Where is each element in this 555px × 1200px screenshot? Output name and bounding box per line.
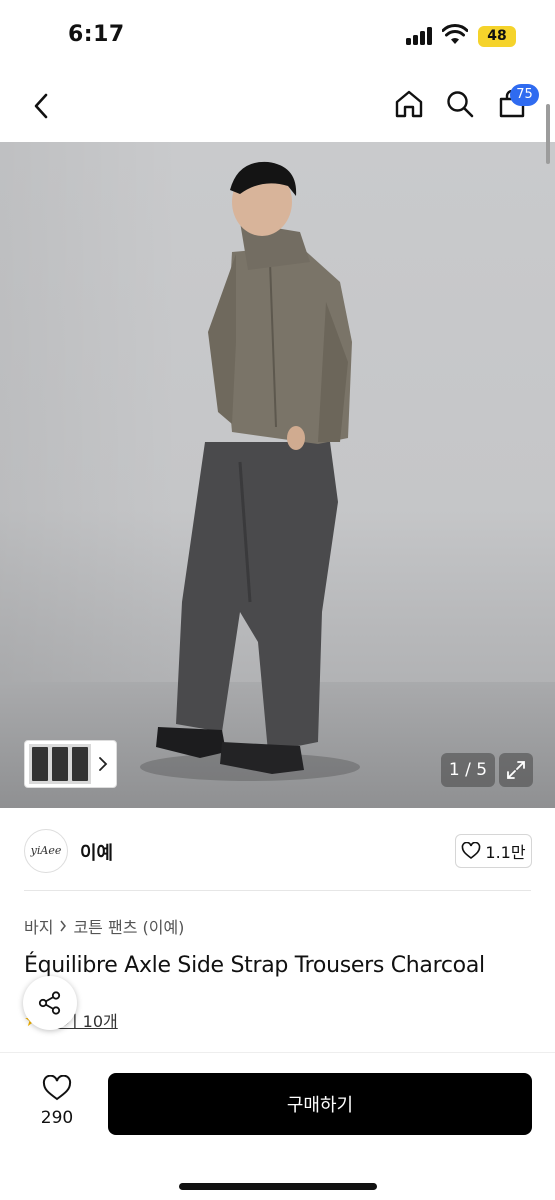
battery-icon: 48 (478, 26, 516, 47)
brand-name[interactable]: 이예 (80, 839, 113, 865)
thumbnail-strip[interactable] (24, 740, 117, 788)
divider (24, 890, 531, 891)
image-page-counter: 1 / 5 (441, 753, 495, 787)
chevron-right-icon (99, 757, 108, 771)
wifi-icon (442, 24, 468, 44)
brand-like-button[interactable]: 1.1만 (455, 834, 532, 868)
product-title: Équilibre Axle Side Strap Trousers Charc… (24, 953, 485, 978)
product-image[interactable]: 1 / 5 (0, 142, 555, 808)
back-arrow-icon (34, 93, 48, 119)
scroll-indicator (546, 104, 550, 164)
home-indicator (179, 1183, 377, 1190)
status-bar: 6:17 48 (0, 0, 555, 70)
cart-count-badge: 75 (510, 84, 539, 106)
search-icon (447, 91, 474, 118)
signal-icon (406, 27, 434, 45)
heart-icon (462, 842, 481, 860)
expand-image-button[interactable] (499, 753, 533, 787)
chevron-right-icon (60, 920, 67, 932)
wishlist-count: 290 (40, 1108, 74, 1128)
breadcrumb: 바지 코튼 팬츠 (이예) (24, 914, 184, 938)
thumbnail-image[interactable] (29, 744, 91, 784)
search-button[interactable] (442, 86, 478, 122)
back-button[interactable] (26, 88, 56, 124)
heart-icon (42, 1075, 72, 1101)
bottom-action-bar: 290 구매하기 (0, 1052, 555, 1200)
home-button[interactable] (391, 86, 427, 122)
model-photo (140, 161, 360, 781)
breadcrumb-item[interactable]: 코튼 팬츠 (이예) (73, 914, 184, 938)
brand-row: yiAee 이예 1.1만 (0, 808, 555, 890)
home-icon (395, 90, 423, 118)
share-button[interactable] (23, 976, 77, 1030)
status-time: 6:17 (68, 22, 125, 47)
expand-icon (507, 761, 525, 779)
breadcrumb-item[interactable]: 바지 (24, 914, 53, 938)
brand-logo[interactable]: yiAee (24, 829, 68, 873)
wishlist-button[interactable]: 290 (28, 1075, 86, 1137)
brand-like-count: 1.1만 (485, 843, 526, 862)
thumbnail-next-button[interactable] (91, 744, 115, 784)
nav-bar (0, 70, 555, 142)
share-icon (38, 991, 61, 1015)
buy-button[interactable]: 구매하기 (108, 1073, 532, 1135)
